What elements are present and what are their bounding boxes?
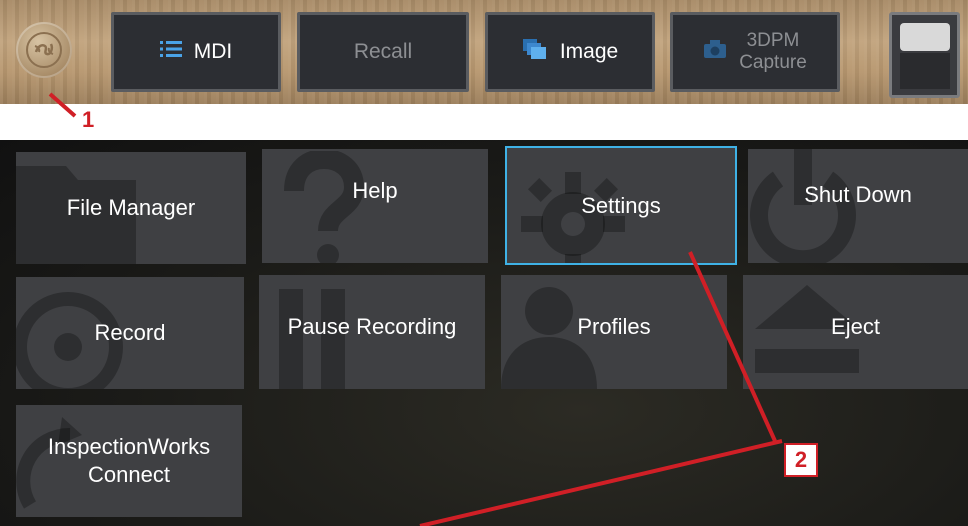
connect-label-line2: Connect — [88, 462, 170, 487]
record-label: Record — [94, 320, 166, 345]
record-tile[interactable]: Record — [16, 277, 244, 389]
shut-down-tile[interactable]: Shut Down — [748, 149, 968, 263]
file-manager-tile[interactable]: File Manager — [16, 152, 246, 264]
callout-2: 2 — [784, 443, 818, 477]
inspectionworks-connect-tile[interactable]: InspectionWorks Connect — [16, 405, 242, 517]
settings-tile[interactable]: Settings — [505, 146, 737, 265]
eject-label: Eject — [831, 314, 880, 339]
file-manager-label: File Manager — [66, 195, 196, 220]
inspectionworks-label-line1: InspectionWorks — [47, 434, 211, 459]
profiles-tile[interactable]: Profiles — [501, 275, 727, 389]
question-icon — [284, 151, 365, 263]
callout-1: 1 — [82, 107, 95, 132]
help-label: Help — [352, 178, 398, 203]
settings-label: Settings — [581, 192, 661, 218]
eject-tile[interactable]: Eject — [743, 275, 968, 389]
pause-recording-label: Pause Recording — [287, 314, 457, 339]
profiles-label: Profiles — [577, 314, 651, 339]
callout-1-line — [48, 92, 77, 118]
help-tile[interactable]: Help — [262, 149, 488, 263]
main-menu: File Manager Help Settings Shut Down Rec… — [0, 140, 968, 526]
pause-recording-tile[interactable]: Pause Recording — [259, 275, 485, 389]
shut-down-label: Shut Down — [804, 182, 912, 207]
